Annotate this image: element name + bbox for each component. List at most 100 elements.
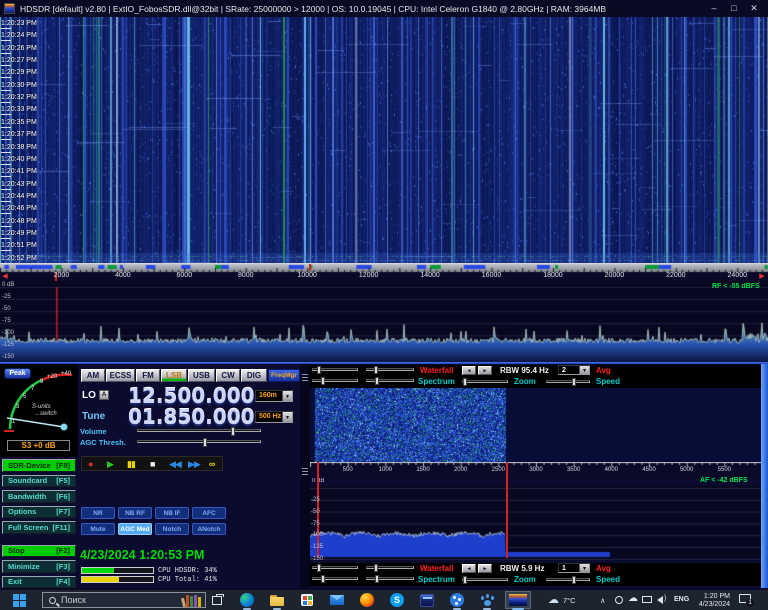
tune-step-dropdown[interactable]: 500 Hz ▾ — [255, 411, 293, 423]
waterfall-left-arrow-button[interactable]: ◄ — [462, 366, 476, 375]
task-view-button[interactable] — [204, 591, 230, 609]
taskbar-search-input[interactable]: Поиск — [42, 592, 206, 608]
edge-browser-button[interactable] — [234, 591, 260, 609]
spectrum-offset-slider[interactable] — [366, 377, 414, 385]
weather-cloud-icon[interactable]: ☁ — [548, 593, 559, 606]
ruler-right-arrow-icon[interactable]: ▶ — [757, 272, 767, 280]
waterfall-contrast-slider[interactable] — [366, 564, 414, 572]
network-icon[interactable] — [642, 596, 652, 603]
mode-button-fm[interactable]: FM — [136, 369, 160, 382]
panel-splitter[interactable] — [300, 364, 310, 588]
onedrive-cloud-icon[interactable]: ☁ — [628, 593, 638, 604]
waterfall-left-arrow-button[interactable]: ◄ — [462, 564, 476, 573]
file-explorer-button[interactable] — [264, 591, 290, 609]
weather-temperature[interactable]: 7°C — [563, 596, 576, 605]
slider-thumb[interactable] — [231, 427, 235, 436]
speed-slider[interactable] — [546, 576, 590, 584]
waterfall-right-arrow-button[interactable]: ► — [478, 366, 492, 375]
dsp-button-afc[interactable]: AFC — [192, 507, 226, 519]
zoom-slider[interactable] — [462, 576, 508, 584]
lo-band-dropdown[interactable]: 160m ▾ — [255, 390, 293, 402]
spectrum-gain-slider[interactable] — [312, 377, 358, 385]
taskbar-clock[interactable]: 1:20 PM 4/23/2024 — [690, 593, 730, 609]
spectrum-gain-slider[interactable] — [312, 575, 358, 583]
dsp-button-agc-med[interactable]: AGC Med — [118, 523, 152, 535]
volume-slider[interactable] — [137, 427, 261, 436]
slider-thumb[interactable] — [203, 438, 207, 447]
slider-track[interactable] — [137, 429, 261, 432]
search-highlight-books-icon[interactable] — [180, 594, 201, 607]
ruler-left-arrow-icon[interactable]: ◀ — [0, 272, 10, 280]
chevron-down-icon[interactable]: ▾ — [579, 564, 589, 572]
fobos-play-button[interactable] — [414, 591, 440, 609]
rf-spectrum-display[interactable] — [0, 281, 768, 362]
speed-slider[interactable] — [546, 378, 590, 386]
waterfall-contrast-slider[interactable] — [366, 366, 414, 374]
mail-button[interactable] — [324, 591, 350, 609]
agc-threshold-slider[interactable] — [137, 438, 261, 447]
af-waterfall-display[interactable] — [310, 388, 762, 462]
button-stop[interactable]: Stop [F2] — [2, 544, 76, 557]
dsp-button-notch[interactable]: Notch — [155, 523, 189, 535]
chevron-down-icon[interactable]: ▾ — [579, 366, 589, 374]
waterfall-brightness-slider[interactable] — [312, 366, 358, 374]
waterfall-right-arrow-button[interactable]: ► — [478, 564, 492, 573]
tray-sync-icon[interactable] — [615, 596, 623, 604]
maximize-button[interactable]: □ — [724, 0, 744, 17]
tune-frequency-value[interactable]: 01.850.000 — [128, 407, 255, 427]
slider-track[interactable] — [137, 440, 261, 443]
mode-button-am[interactable]: AM — [81, 369, 105, 382]
lo-lock-button[interactable]: A — [99, 390, 109, 400]
minimize-button[interactable]: – — [704, 0, 724, 17]
hdsdr-taskbar-button-active[interactable] — [505, 591, 531, 609]
mode-button-cw[interactable]: CW — [216, 369, 240, 382]
chevron-down-icon[interactable]: ▾ — [282, 391, 292, 401]
mode-button-lsb[interactable]: LSB — [161, 369, 187, 382]
spectrum-offset-slider[interactable] — [366, 575, 414, 583]
button-sdr-device[interactable]: SDR-Device [F8] — [2, 459, 76, 472]
paw-app-button[interactable] — [474, 591, 500, 609]
button-minimize[interactable]: Minimize [F3] — [2, 560, 76, 573]
button-exit[interactable]: Exit [F4] — [2, 575, 76, 588]
play-button[interactable]: ▶ — [107, 459, 114, 470]
lo-frequency-value[interactable]: 12.500.000 — [128, 386, 255, 406]
avg-dropdown[interactable]: 1 ▾ — [558, 563, 590, 573]
button-full-screen[interactable]: Full Screen [F11] — [2, 521, 76, 534]
dsp-button-nr[interactable]: NR — [81, 507, 115, 519]
firefox-button[interactable] — [354, 591, 380, 609]
button-bandwidth[interactable]: Bandwidth [F6] — [2, 490, 76, 503]
chevron-down-icon[interactable]: ▾ — [282, 412, 292, 422]
avg-dropdown[interactable]: 2 ▾ — [558, 365, 590, 375]
af-filter-high-edge[interactable] — [506, 462, 508, 558]
freqmgr-button[interactable]: FreqMgr — [268, 369, 300, 382]
start-button[interactable] — [6, 591, 32, 609]
microsoft-store-button[interactable] — [294, 591, 320, 609]
button-options[interactable]: Options [F7] — [2, 505, 76, 518]
zoom-slider[interactable] — [462, 378, 508, 386]
right-scrollbar[interactable] — [761, 364, 768, 588]
tray-chevron-icon[interactable]: ∧ — [600, 596, 606, 605]
play-app-icon — [420, 593, 434, 607]
waterfall-brightness-slider[interactable] — [312, 564, 358, 572]
button-soundcard[interactable]: Soundcard [F5] — [2, 474, 76, 487]
mode-button-dig[interactable]: DIG — [241, 369, 267, 382]
pause-button[interactable]: ▮▮ — [127, 459, 136, 470]
peak-button[interactable]: Peak — [4, 368, 31, 379]
record-button[interactable]: ● — [88, 459, 94, 470]
mode-button-usb[interactable]: USB — [188, 369, 215, 382]
close-button[interactable]: ✕ — [744, 0, 764, 17]
dsp-button-anotch[interactable]: ANotch — [192, 523, 226, 535]
skype-button[interactable]: S — [384, 591, 410, 609]
loop-button[interactable]: ∞ — [209, 459, 216, 470]
language-indicator[interactable]: ENG — [674, 596, 689, 603]
stop-button[interactable]: ■ — [150, 459, 156, 470]
dsp-button-nb-rf[interactable]: NB RF — [118, 507, 152, 519]
sphere-app-button[interactable] — [444, 591, 470, 609]
af-spectrum-display[interactable] — [310, 486, 762, 560]
rf-waterfall-display[interactable] — [0, 17, 768, 263]
rewind-button[interactable]: ◀◀ — [169, 459, 182, 470]
dsp-button-nb-if[interactable]: NB IF — [155, 507, 189, 519]
mode-button-ecss[interactable]: ECSS — [106, 369, 135, 382]
dsp-button-mute[interactable]: Mute — [81, 523, 115, 535]
fast-forward-button[interactable]: ▶▶ — [188, 459, 201, 470]
